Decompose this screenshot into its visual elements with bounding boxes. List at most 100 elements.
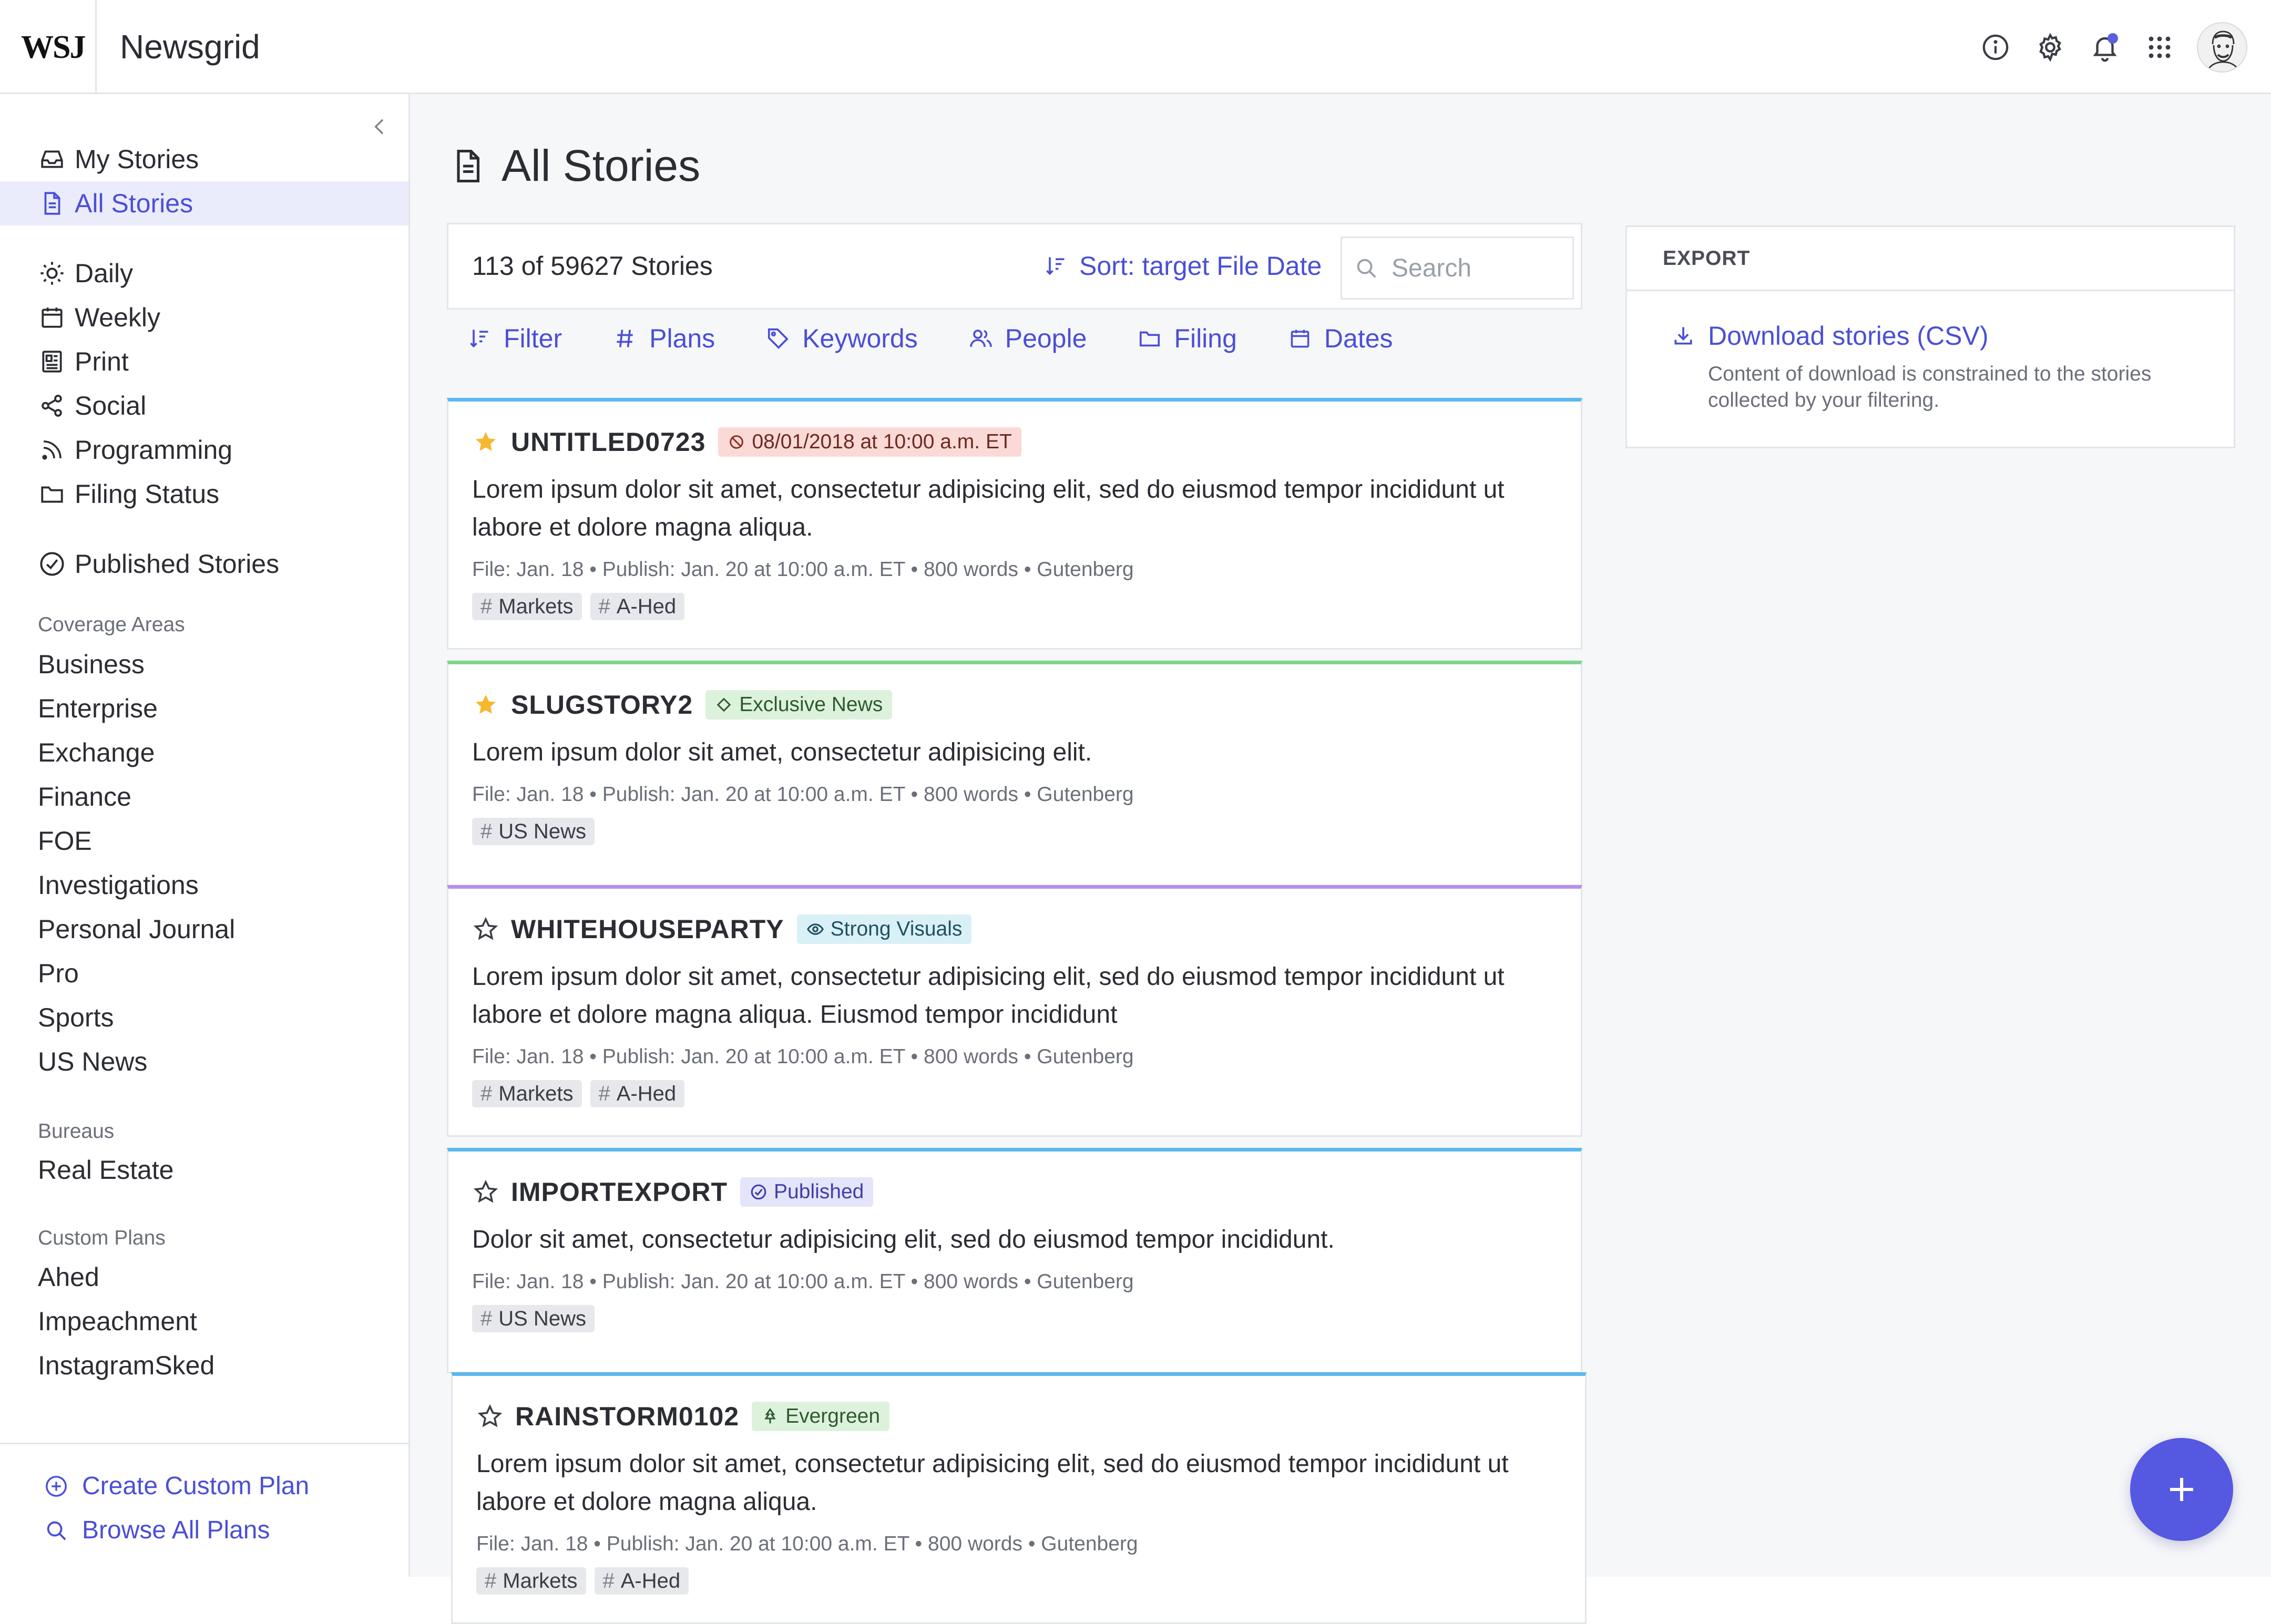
sidebar-item-label: Published Stories [75,549,280,579]
story-badge: 08/01/2018 at 10:00 a.m. ET [718,427,1021,457]
tag[interactable]: # Markets [472,593,582,620]
story-card[interactable]: UNTITLED0723 08/01/2018 at 10:00 a.m. ET… [447,398,1582,650]
search-box[interactable] [1341,237,1574,300]
export-note: Content of download is constrained to th… [1708,363,2152,412]
story-header: UNTITLED0723 08/01/2018 at 10:00 a.m. ET [472,427,1021,457]
sidebar-item-personal-journal[interactable]: Personal Journal [38,914,235,944]
bell-icon[interactable] [2088,30,2122,65]
sidebar-item-us-news[interactable]: US News [38,1046,147,1077]
story-card[interactable]: SLUGSTORY2 Exclusive News Lorem ipsum do… [447,661,1582,886]
info-icon[interactable] [1978,30,2013,65]
folder-icon [1137,326,1162,351]
story-card[interactable]: RAINSTORM0102 Evergreen Lorem ipsum dolo… [451,1372,1587,1624]
sidebar-item-published-stories[interactable]: Published Stories [0,542,408,586]
sidebar-item-foe[interactable]: FOE [38,826,92,856]
calendar-icon [1287,326,1313,351]
wsj-logo[interactable]: WSJ [21,29,86,66]
sort-button[interactable]: Sort: target File Date [1042,251,1322,281]
story-slug[interactable]: UNTITLED0723 [511,427,705,457]
story-tags: # US News [472,818,595,845]
avatar[interactable] [2197,22,2247,73]
sidebar-item-label: Social [75,391,147,420]
story-slug[interactable]: IMPORTEXPORT [511,1177,728,1207]
story-summary: Lorem ipsum dolor sit amet, consectetur … [472,738,1092,766]
tag[interactable]: # Markets [476,1567,586,1595]
filter-button[interactable]: Filter [467,323,562,354]
keywords-button[interactable]: Keywords [765,323,918,354]
star-outline-icon[interactable] [472,916,499,943]
apps-grid-icon[interactable] [2142,30,2177,65]
story-meta: File: Jan. 18 • Publish: Jan. 20 at 10:0… [472,1270,1134,1293]
story-meta: File: Jan. 18 • Publish: Jan. 20 at 10:0… [472,1045,1134,1068]
plans-button[interactable]: Plans [612,323,715,354]
document-icon [37,188,67,219]
sidebar: My Stories All Stories Daily Weekly Prin… [0,94,410,1577]
plus-circle-icon [42,1472,70,1500]
star-filled-icon[interactable] [472,691,499,718]
filing-button[interactable]: Filing [1137,323,1237,354]
story-badge: Published [740,1177,874,1207]
sidebar-item-business[interactable]: Business [38,649,145,680]
search-input[interactable] [1392,253,1560,283]
sidebar-item-daily[interactable]: Daily [0,251,408,295]
star-outline-icon[interactable] [472,1178,499,1206]
dates-button[interactable]: Dates [1287,323,1393,354]
share-icon [37,390,67,421]
story-tags: # Markets # A-Hed [472,593,685,620]
sidebar-footer: Create Custom Plan Browse All Plans [0,1443,408,1577]
sidebar-item-instagramsked[interactable]: InstagramSked [38,1350,214,1381]
story-card[interactable]: IMPORTEXPORT Published Dolor sit amet, c… [447,1148,1582,1373]
story-badge: Strong Visuals [796,914,972,944]
export-heading: EXPORT [1627,227,2234,291]
sort-icon [467,326,492,351]
story-header: RAINSTORM0102 Evergreen [476,1401,890,1432]
download-csv-link[interactable]: Download stories (CSV) [1670,321,1989,351]
gear-icon[interactable] [2033,30,2068,65]
sidebar-item-filing-status[interactable]: Filing Status [0,472,408,516]
sidebar-item-exchange[interactable]: Exchange [38,737,155,768]
coverage-areas-label: Coverage Areas [38,613,185,636]
sidebar-item-all-stories[interactable]: All Stories [0,181,408,225]
story-card[interactable]: WHITEHOUSEPARTY Strong Visuals Lorem ips… [447,885,1582,1137]
story-slug[interactable]: WHITEHOUSEPARTY [511,914,784,944]
page-title: All Stories [447,140,700,191]
sidebar-item-impeachment[interactable]: Impeachment [38,1306,197,1337]
sidebar-item-print[interactable]: Print [0,340,408,384]
sidebar-item-label: Weekly [75,303,161,332]
main-content: All Stories 113 of 59627 Stories Sort: t… [410,94,2271,1624]
story-tags: # Markets # A-Hed [472,1080,685,1107]
browse-all-plans-link[interactable]: Browse All Plans [42,1516,270,1545]
sidebar-item-pro[interactable]: Pro [38,958,79,989]
story-header: IMPORTEXPORT Published [472,1177,874,1207]
sidebar-item-sports[interactable]: Sports [38,1002,114,1033]
add-story-button[interactable] [2130,1438,2233,1541]
people-button[interactable]: People [968,323,1087,354]
sidebar-item-enterprise[interactable]: Enterprise [38,693,158,724]
sidebar-item-ahed[interactable]: Ahed [38,1262,99,1292]
story-slug[interactable]: SLUGSTORY2 [511,690,693,720]
sidebar-item-weekly[interactable]: Weekly [0,295,408,340]
tag[interactable]: # US News [472,818,595,845]
create-custom-plan-link[interactable]: Create Custom Plan [42,1472,309,1500]
sidebar-item-social[interactable]: Social [0,384,408,428]
sidebar-item-investigations[interactable]: Investigations [38,870,199,900]
tag[interactable]: # Markets [472,1080,582,1107]
sidebar-item-my-stories[interactable]: My Stories [0,137,408,181]
story-meta: File: Jan. 18 • Publish: Jan. 20 at 10:0… [472,558,1134,581]
notification-dot [2108,33,2118,44]
sidebar-item-real-estate[interactable]: Real Estate [38,1155,173,1185]
story-tags: # Markets # A-Hed [476,1567,689,1595]
tag[interactable]: # US News [472,1305,595,1332]
star-filled-icon[interactable] [472,428,499,456]
story-slug[interactable]: RAINSTORM0102 [515,1401,739,1432]
sidebar-item-finance[interactable]: Finance [38,782,131,812]
tag[interactable]: # A-Hed [590,1080,685,1107]
tag[interactable]: # A-Hed [590,593,685,620]
star-outline-icon[interactable] [476,1403,504,1430]
newspaper-icon [37,346,67,377]
tag[interactable]: # A-Hed [594,1567,689,1595]
sidebar-item-programming[interactable]: Programming [0,428,408,472]
filter-row: Filter Plans Keywords People Filing Date… [467,323,1393,354]
people-icon [968,326,994,351]
check-circle-icon [750,1183,768,1201]
